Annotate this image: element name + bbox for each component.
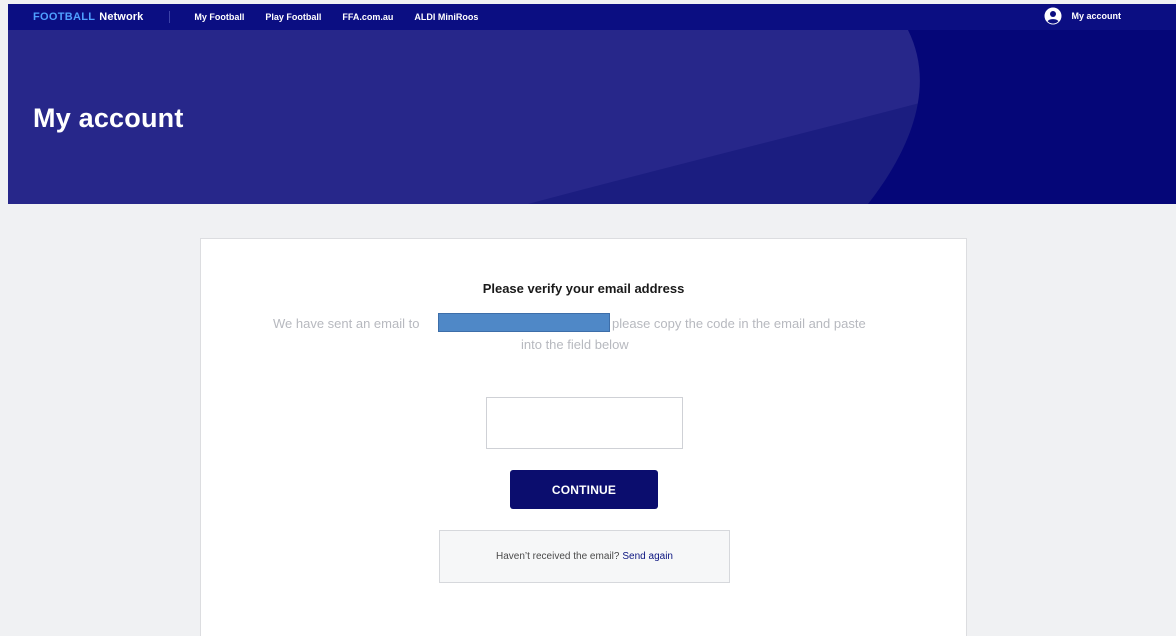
send-again-link[interactable]: Send again <box>622 551 673 562</box>
resend-prompt: Haven’t received the email? <box>495 551 620 562</box>
verify-message-line2: into the field below <box>521 337 629 352</box>
nav-divider <box>169 11 171 23</box>
brand-football-text: FOOTBALL <box>33 11 96 23</box>
verify-message-after: please copy the code in the email and pa… <box>612 316 866 331</box>
hero-banner: My account <box>8 30 1176 204</box>
page-title: My account <box>33 103 184 133</box>
brand-logo[interactable]: FOOTBALL Network <box>33 11 143 23</box>
brand-network-text: Network <box>99 11 144 23</box>
my-account-menu[interactable]: My account <box>1044 7 1121 25</box>
nav-link-play-football[interactable]: Play Football <box>265 12 321 22</box>
redacted-email <box>438 313 610 332</box>
nav-link-aldi-miniroos[interactable]: ALDI MiniRoos <box>414 12 478 22</box>
nav-link-ffa[interactable]: FFA.com.au <box>342 12 393 22</box>
continue-button[interactable]: CONTINUE <box>510 470 658 509</box>
user-circle-icon <box>1044 7 1062 25</box>
top-navigation: FOOTBALL Network My Football Play Footba… <box>8 4 1176 30</box>
nav-link-my-football[interactable]: My Football <box>194 12 244 22</box>
verify-message-before: We have sent an email to <box>273 316 420 331</box>
verify-email-card: Please verify your email address We have… <box>200 238 967 636</box>
verify-heading: Please verify your email address <box>482 281 685 296</box>
verification-code-input[interactable] <box>486 397 683 449</box>
my-account-label: My account <box>1071 11 1121 21</box>
resend-email-box: Haven’t received the email? Send again <box>439 530 730 583</box>
